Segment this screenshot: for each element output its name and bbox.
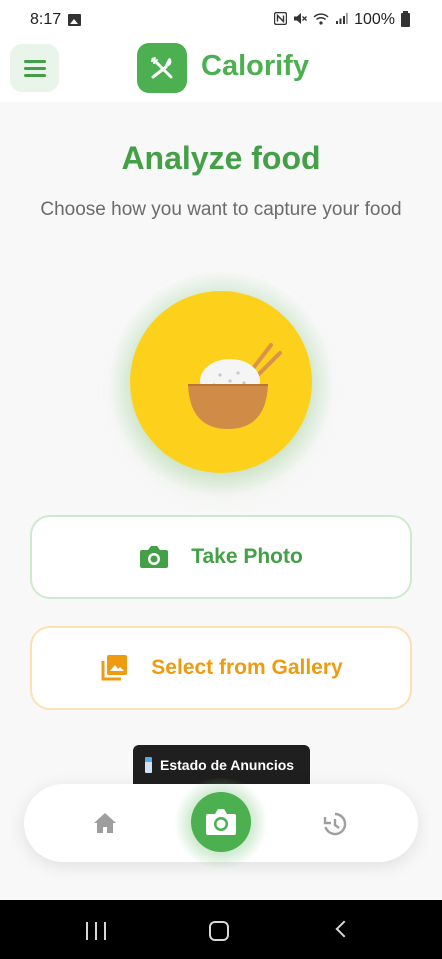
page-title: Analyze food xyxy=(121,140,321,176)
system-home-button[interactable] xyxy=(209,921,229,941)
status-time: 8:17 xyxy=(30,11,62,28)
nfc-icon xyxy=(273,11,288,28)
app-header: Calorify xyxy=(0,40,442,102)
system-navigation-bar xyxy=(0,900,442,959)
system-back-button[interactable] xyxy=(335,920,353,938)
take-photo-button[interactable]: Take Photo xyxy=(30,515,412,599)
photo-library-icon xyxy=(101,655,128,681)
rice-bowl-icon xyxy=(188,343,282,429)
toast-text: Estado de Anuncios xyxy=(160,757,295,773)
gallery-notification-icon xyxy=(68,14,81,26)
recent-apps-button[interactable] xyxy=(86,922,106,940)
camera-nav-button[interactable] xyxy=(191,792,251,852)
select-from-gallery-button[interactable]: Select from Gallery xyxy=(30,626,412,710)
bottom-navigation xyxy=(24,778,418,868)
home-icon[interactable] xyxy=(93,812,117,834)
app-logo xyxy=(137,43,187,93)
take-photo-label: Take Photo xyxy=(191,545,303,568)
page-subtitle: Choose how you want to capture your food xyxy=(40,199,402,220)
history-icon[interactable] xyxy=(321,811,347,837)
status-right-group: 100% xyxy=(273,11,410,29)
battery-percent: 100% xyxy=(354,11,395,28)
menu-button[interactable] xyxy=(10,44,59,92)
phone-icon xyxy=(145,757,152,773)
fork-spoon-icon xyxy=(151,57,173,79)
battery-icon xyxy=(401,11,410,27)
camera-icon xyxy=(206,809,236,835)
signal-icon xyxy=(335,12,348,28)
app-name: Calorify xyxy=(201,50,309,82)
hero-illustration xyxy=(130,291,312,473)
mute-icon xyxy=(293,12,308,28)
gallery-label: Select from Gallery xyxy=(151,656,343,679)
status-bar: 8:17 100% xyxy=(0,0,442,40)
hamburger-menu-icon xyxy=(23,59,46,63)
camera-icon xyxy=(140,546,169,568)
wifi-icon xyxy=(313,12,329,28)
